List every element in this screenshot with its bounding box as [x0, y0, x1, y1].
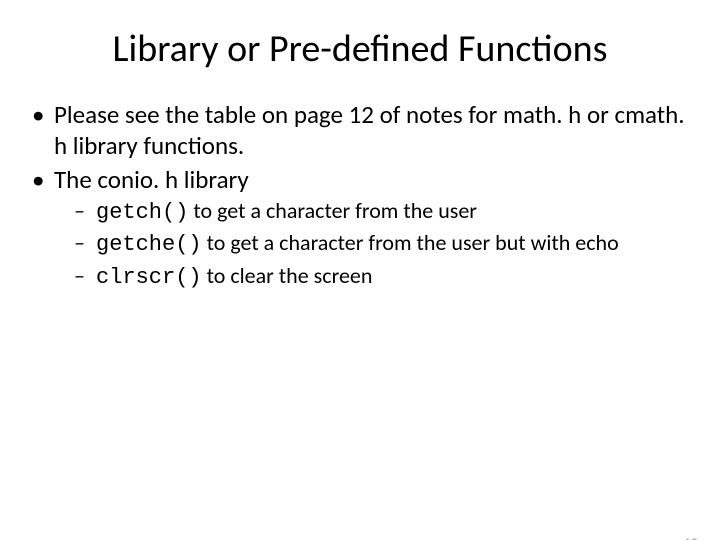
sub-bullet-list: getch() to get a character from the user…: [54, 198, 690, 292]
sub-bullet-item: clrscr() to clear the screen: [54, 263, 690, 292]
code-text: getch(): [96, 200, 188, 225]
sub-bullet-text: to clear the screen: [202, 262, 373, 289]
sub-bullet-text: to get a character from the user: [188, 197, 477, 224]
code-text: getche(): [96, 232, 202, 257]
code-text: clrscr(): [96, 265, 202, 290]
bullet-list: Please see the table on page 12 of notes…: [30, 100, 690, 292]
bullet-text: The conio. h library: [54, 164, 249, 195]
page-number: 10: [684, 535, 698, 540]
bullet-text: Please see the table on page 12 of notes…: [54, 99, 685, 161]
slide-body: Please see the table on page 12 of notes…: [30, 100, 690, 292]
sub-bullet-item: getche() to get a character from the use…: [54, 230, 690, 259]
slide-title: Library or Pre-defined Functions: [40, 26, 680, 72]
slide: Library or Pre-defined Functions Please …: [0, 26, 720, 540]
sub-bullet-text: to get a character from the user but wit…: [202, 229, 619, 256]
sub-bullet-item: getch() to get a character from the user: [54, 198, 690, 227]
bullet-item: The conio. h library getch() to get a ch…: [30, 165, 690, 292]
bullet-item: Please see the table on page 12 of notes…: [30, 100, 690, 161]
